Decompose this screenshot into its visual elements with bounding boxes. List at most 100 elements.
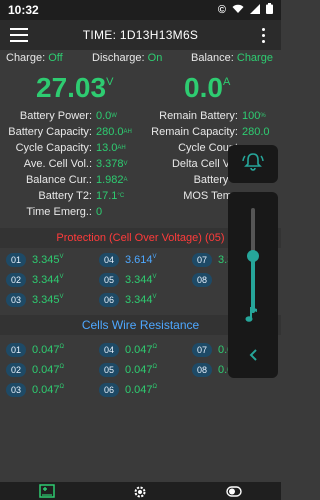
stat-label: Battery T (193, 174, 238, 186)
cell-number-badge: 07 (192, 343, 212, 357)
cell-number-badge: 06 (99, 383, 119, 397)
cell-number-badge: 05 (99, 273, 119, 287)
balance-status: Balance: Charge (191, 52, 273, 64)
cell-row: 03 0.047Ω 06 0.047Ω (0, 380, 281, 400)
left-stats: Battery Power: 0.0W Battery Capacity: 280.… (0, 108, 135, 220)
cell-item: 03 3.345V (0, 293, 93, 307)
voltage-unit: V (106, 76, 114, 88)
cell-value: 0.047Ω (32, 364, 65, 376)
cell-number-badge: 03 (6, 383, 26, 397)
cell-number-badge: 05 (99, 363, 119, 377)
stat-label: Ave. Cell Vol.: (23, 158, 92, 170)
stat-label: Cycle Capacity: (15, 142, 92, 154)
stat-label: Battery Power: (19, 110, 92, 122)
status-time: 10:32 (8, 3, 39, 17)
cell-value: 0.047Ω (125, 364, 158, 376)
signal-icon (250, 3, 260, 17)
charge-label: Charge: (6, 52, 46, 64)
stat-row: Cycle Capacity: 13.0AH (0, 140, 135, 156)
more-options-icon[interactable] (253, 27, 273, 43)
stat-value: 280.0AH (96, 126, 132, 138)
stat-label: Balance Cur.: (25, 174, 92, 186)
stat-label: Battery T2: (38, 190, 92, 202)
cell-value: 0.047Ω (32, 384, 65, 396)
app-title: TIME: 1D13H13M6S (82, 28, 199, 42)
stat-label: Remain Capacity: (151, 126, 238, 138)
cell-item: 01 3.345V (0, 253, 93, 267)
stat-value: 1.982A (96, 174, 128, 186)
cell-value: 3.345V (32, 254, 64, 266)
cell-number-badge: 01 (6, 343, 26, 357)
cell-value: 0.047Ω (125, 344, 158, 356)
cell-number-badge: 02 (6, 273, 26, 287)
cell-number-badge: 03 (6, 293, 26, 307)
status-bar: 10:32 © (0, 0, 281, 20)
cell-number-badge: 07 (192, 253, 212, 267)
stat-value: 0.0W (96, 110, 117, 122)
cell-number-badge: 08 (192, 363, 212, 377)
discharge-status: Discharge: On (92, 52, 162, 64)
cell-number-badge: 02 (6, 363, 26, 377)
current-value: 0.0 (184, 72, 223, 103)
cell-value: 0.047Ω (125, 384, 158, 396)
stat-label: Time Emerg.: (26, 206, 92, 218)
stat-row: Remain Battery: 100% (140, 108, 281, 124)
cell-value: 3.344V (125, 294, 157, 306)
cell-item: 02 3.344V (0, 273, 93, 287)
mode-row: Charge: Off Discharge: On Balance: Charg… (0, 52, 281, 70)
nav-settings-icon[interactable] (132, 484, 148, 498)
app-bar: TIME: 1D13H13M6S (0, 20, 281, 50)
music-note-icon[interactable] (245, 305, 261, 328)
menu-icon[interactable] (10, 28, 28, 42)
volume-slider[interactable] (247, 208, 259, 313)
stat-row: Ave. Cell Vol.: 3.378V (0, 156, 135, 172)
stat-label: MOS Temp (183, 190, 238, 202)
status-icons: © (218, 3, 273, 17)
stat-value: 100% (242, 110, 266, 122)
stat-row: Battery T2: 17.1°C (0, 188, 135, 204)
stat-label: Remain Battery: (159, 110, 238, 122)
cell-number-badge: 01 (6, 253, 26, 267)
stat-row: Battery Capacity: 280.0AH (0, 124, 135, 140)
nav-control-icon[interactable] (226, 484, 242, 498)
cell-value-highlight: 3.614V (125, 254, 157, 266)
balance-label: Balance: (191, 52, 234, 64)
charge-value: Off (48, 52, 63, 64)
cell-item: 05 0.047Ω (93, 363, 186, 377)
stat-row: Remain Capacity: 280.0 (140, 124, 281, 140)
cell-value: 3.344V (32, 274, 64, 286)
charge-status: Charge: Off (6, 52, 63, 64)
balance-value: Charge (236, 52, 273, 64)
chevron-left-icon[interactable] (248, 348, 258, 367)
cell-item: 06 3.344V (93, 293, 186, 307)
wifi-icon (232, 4, 244, 17)
cell-number-badge: 08 (192, 273, 212, 287)
current-reading: 0.0A (184, 72, 230, 104)
cell-value: 3.345V (32, 294, 64, 306)
cell-item: 05 3.344V (93, 273, 186, 287)
stat-value: 3.378V (96, 158, 128, 170)
cell-item: 01 0.047Ω (0, 343, 93, 357)
nav-realtime-icon[interactable] (39, 484, 55, 498)
stat-value: 280.0 (242, 126, 270, 138)
stat-label: Cycle Count (178, 142, 238, 154)
cell-item: 04 3.614V (93, 253, 186, 267)
stat-value: 17.1°C (96, 190, 125, 202)
cell-item: 02 0.047Ω (0, 363, 93, 377)
stat-row: Balance Cur.: 1.982A (0, 172, 135, 188)
ringer-bell-icon[interactable] (242, 152, 264, 177)
voltage-reading: 27.03V (36, 72, 113, 104)
ringer-mode-panel (228, 145, 278, 183)
cell-value: 3.344V (125, 274, 157, 286)
voltage-value: 27.03 (36, 72, 107, 103)
stat-value: 0 (96, 206, 103, 218)
cell-item: 03 0.047Ω (0, 383, 93, 397)
discharge-label: Discharge: (92, 52, 145, 64)
cell-number-badge: 06 (99, 293, 119, 307)
cell-item: 04 0.047Ω (93, 343, 186, 357)
volume-panel (228, 192, 278, 378)
stat-label: Delta Cell Vol (171, 158, 238, 170)
cell-number-badge: 04 (99, 253, 119, 267)
cell-number-badge: 04 (99, 343, 119, 357)
volume-slider-thumb[interactable] (247, 250, 259, 262)
